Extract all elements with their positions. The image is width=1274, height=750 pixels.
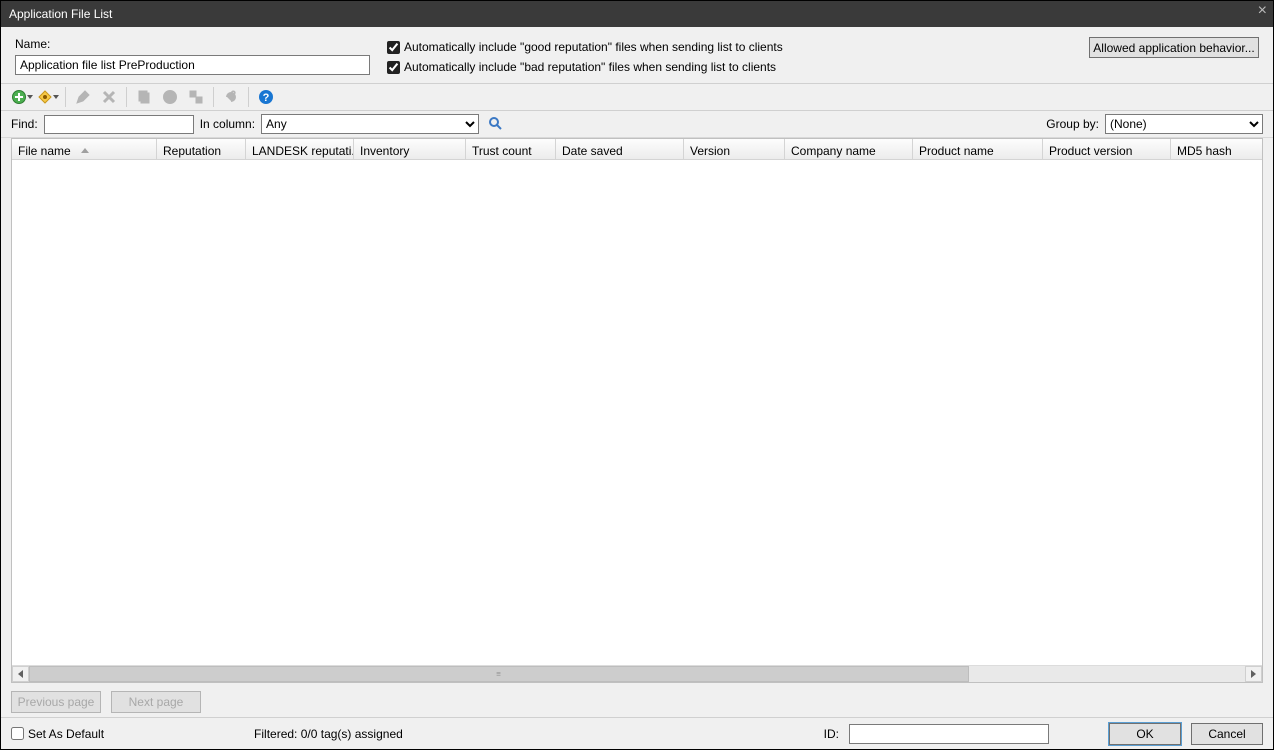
behavior-button-wrap: Allowed application behavior... — [1089, 37, 1259, 58]
bad-reputation-checkbox[interactable] — [387, 61, 400, 74]
allowed-behavior-button[interactable]: Allowed application behavior... — [1089, 37, 1259, 58]
good-reputation-label: Automatically include "good reputation" … — [404, 40, 783, 54]
col-product-version[interactable]: Product version — [1043, 139, 1171, 159]
sort-ascending-icon — [81, 148, 89, 153]
chevron-down-icon — [53, 95, 59, 99]
in-column-select[interactable]: Any — [261, 114, 479, 134]
col-inventory[interactable]: Inventory — [354, 139, 466, 159]
form-area: Name: Automatically include "good reputa… — [1, 27, 1273, 83]
scroll-thumb[interactable]: ≡ — [29, 666, 969, 682]
filtered-status: Filtered: 0/0 tag(s) assigned — [254, 727, 403, 741]
cancel-button[interactable]: Cancel — [1191, 723, 1263, 745]
toolbar-separator — [65, 87, 66, 107]
delete-button — [98, 86, 120, 108]
group-by-label: Group by: — [1046, 117, 1099, 131]
toolbar-separator — [213, 87, 214, 107]
toolbar: ? ? — [1, 83, 1273, 111]
set-as-default-checkbox[interactable] — [11, 727, 24, 740]
toolbar-separator — [248, 87, 249, 107]
svg-text:?: ? — [231, 90, 236, 99]
col-product-name[interactable]: Product name — [913, 139, 1043, 159]
name-input[interactable] — [15, 55, 370, 75]
scroll-left-button[interactable] — [12, 666, 29, 682]
block-button — [159, 86, 181, 108]
dialog-window: Application File List × Name: Automatica… — [0, 0, 1274, 750]
scroll-right-button[interactable] — [1245, 666, 1262, 682]
chevron-down-icon — [27, 95, 33, 99]
content-area: Name: Automatically include "good reputa… — [1, 27, 1273, 749]
group-by-select[interactable]: (None) — [1105, 114, 1263, 134]
toolbar-separator — [126, 87, 127, 107]
grid-header: File name Reputation LANDESK reputati...… — [12, 139, 1262, 160]
set-as-default-label: Set As Default — [28, 727, 104, 741]
window-title: Application File List — [9, 7, 112, 21]
copy-button — [133, 86, 155, 108]
status-bar: Set As Default Filtered: 0/0 tag(s) assi… — [1, 717, 1273, 749]
find-bar: Find: In column: Any Group by: (None) — [1, 111, 1273, 138]
refresh-query-button: ? — [220, 86, 242, 108]
id-input[interactable] — [849, 724, 1049, 744]
help-button[interactable]: ? — [255, 86, 277, 108]
title-bar: Application File List × — [1, 1, 1273, 27]
name-block: Name: — [15, 37, 375, 75]
scroll-track[interactable]: ≡ — [29, 666, 1245, 682]
previous-page-button: Previous page — [11, 691, 101, 713]
find-input[interactable] — [44, 115, 194, 134]
pager: Previous page Next page — [1, 687, 1273, 717]
close-icon[interactable]: × — [1258, 3, 1267, 19]
col-date-saved[interactable]: Date saved — [556, 139, 684, 159]
data-grid: File name Reputation LANDESK reputati...… — [11, 138, 1263, 683]
edit-button — [72, 86, 94, 108]
bad-reputation-label: Automatically include "bad reputation" f… — [404, 60, 776, 74]
in-column-label: In column: — [200, 117, 255, 131]
grid-body[interactable] — [12, 160, 1262, 665]
col-landesk-reputation[interactable]: LANDESK reputati... — [246, 139, 354, 159]
svg-text:?: ? — [263, 92, 270, 104]
add-button[interactable] — [11, 86, 33, 108]
next-page-button: Next page — [111, 691, 201, 713]
horizontal-scrollbar[interactable]: ≡ — [12, 665, 1262, 682]
col-company-name[interactable]: Company name — [785, 139, 913, 159]
ok-button[interactable]: OK — [1109, 723, 1181, 745]
search-icon[interactable] — [485, 114, 507, 134]
good-reputation-checkbox[interactable] — [387, 41, 400, 54]
col-version[interactable]: Version — [684, 139, 785, 159]
checkbox-group: Automatically include "good reputation" … — [387, 37, 1077, 77]
col-md5-hash[interactable]: MD5 hash — [1171, 139, 1262, 159]
multi-copy-button — [185, 86, 207, 108]
find-label: Find: — [11, 117, 38, 131]
col-reputation[interactable]: Reputation — [157, 139, 246, 159]
name-label: Name: — [15, 37, 375, 51]
id-label: ID: — [824, 727, 839, 741]
col-trust-count[interactable]: Trust count — [466, 139, 556, 159]
reputation-dropdown-button[interactable] — [37, 86, 59, 108]
col-file-name[interactable]: File name — [12, 139, 157, 159]
